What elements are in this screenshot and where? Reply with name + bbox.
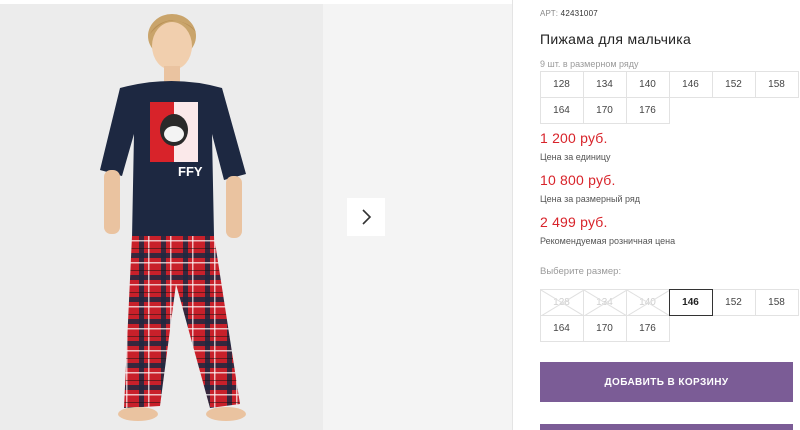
- size-option-146[interactable]: 146: [668, 288, 713, 316]
- panel-divider: [512, 0, 513, 430]
- range-size-cell: 140: [625, 70, 670, 98]
- range-size-cell: 152: [711, 70, 756, 98]
- size-option-label: 146: [682, 296, 699, 308]
- range-size-cell: 146: [668, 70, 713, 98]
- size-option-label: 164: [553, 322, 570, 334]
- unavailable-cross-icon: [626, 289, 669, 315]
- size-option-164[interactable]: 164: [539, 314, 584, 342]
- add-to-cart-button[interactable]: ДОБАВИТЬ В КОРЗИНУ: [540, 362, 793, 402]
- product-gallery: FFY: [0, 0, 512, 430]
- range-price-label: Цена за размерный ряд: [540, 194, 641, 204]
- choose-size-label: Выберите размер:: [540, 266, 622, 277]
- range-size-cell: 158: [754, 70, 799, 98]
- size-option-134: 134: [582, 288, 627, 316]
- chevron-right-icon: [362, 209, 372, 225]
- size-option-label: 170: [596, 322, 613, 334]
- range-size-cell: 164: [539, 96, 584, 124]
- size-option-152[interactable]: 152: [711, 288, 756, 316]
- unit-price: 1 200 руб.: [540, 130, 608, 146]
- unit-price-label: Цена за единицу: [540, 152, 611, 162]
- retail-price-label: Рекомендуемая розничная цена: [540, 236, 676, 246]
- size-option-label: 152: [725, 296, 742, 308]
- range-size-cell: 170: [582, 96, 627, 124]
- tshirt-print-text: FFY: [178, 164, 203, 179]
- size-option-176[interactable]: 176: [625, 314, 670, 342]
- range-size-cell: 134: [582, 70, 627, 98]
- article-value: 42431007: [560, 9, 598, 18]
- secondary-action-button[interactable]: [540, 424, 793, 430]
- size-range-grid: 128 134 140 146 152 158 164 170 176: [539, 70, 799, 124]
- range-size-cell: 176: [625, 96, 670, 124]
- retail-price: 2 499 руб.: [540, 214, 608, 230]
- range-price: 10 800 руб.: [540, 172, 616, 188]
- size-range-caption: 9 шт. в размерном ряду: [540, 59, 639, 69]
- unavailable-cross-icon: [583, 289, 626, 315]
- size-option-label: 158: [768, 296, 785, 308]
- product-photo[interactable]: FFY: [0, 4, 323, 430]
- size-option-140: 140: [625, 288, 670, 316]
- range-size-cell: 128: [539, 70, 584, 98]
- size-picker-grid: 128134140 146 152 158 164 170 176: [539, 288, 799, 342]
- article-label: АРТ:: [540, 9, 559, 18]
- boy-pajama-illustration: FFY: [0, 4, 323, 430]
- gallery-next-button[interactable]: [347, 198, 385, 236]
- size-option-170[interactable]: 170: [582, 314, 627, 342]
- product-info-panel: АРТ: 42431007 Пижама для мальчика 9 шт. …: [539, 0, 800, 430]
- size-option-label: 176: [639, 322, 656, 334]
- size-option-158[interactable]: 158: [754, 288, 799, 316]
- size-option-128: 128: [539, 288, 584, 316]
- unavailable-cross-icon: [540, 289, 583, 315]
- product-title: Пижама для мальчика: [540, 31, 692, 47]
- article-number: АРТ: 42431007: [540, 9, 598, 18]
